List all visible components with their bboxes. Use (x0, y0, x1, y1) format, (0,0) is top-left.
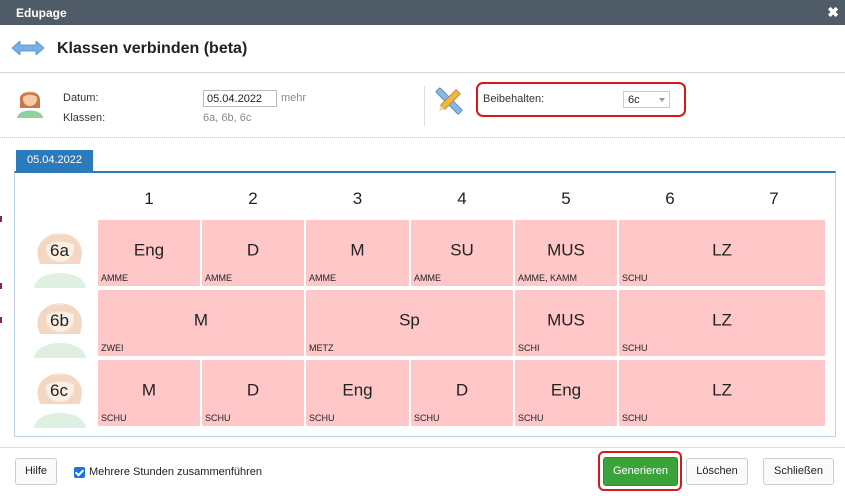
loeschen-button[interactable]: Löschen (686, 458, 748, 485)
class-name: 6c (50, 381, 68, 400)
pencil-ruler-icon (435, 87, 463, 115)
window-title: Edupage (16, 6, 67, 20)
lesson-cell[interactable]: D SCHU (410, 359, 514, 427)
lesson-cell[interactable]: M SCHU (97, 359, 201, 427)
close-icon[interactable]: ✖ (827, 4, 839, 21)
lesson-subject: D (246, 240, 260, 260)
form-divider (424, 86, 425, 126)
merge-lessons-checkbox[interactable] (74, 467, 85, 478)
lesson-cell[interactable]: Eng SCHU (305, 359, 410, 427)
section-divider (0, 137, 845, 138)
lesson-subject: Eng (342, 380, 373, 400)
klassen-value: 6a, 6b, 6c (203, 112, 252, 124)
lesson-subject: LZ (712, 380, 732, 400)
lesson-cell[interactable]: Eng AMME (97, 219, 201, 287)
period-header: 4 (457, 189, 467, 208)
period-header: 6 (665, 189, 675, 208)
lesson-cell[interactable]: D SCHU (201, 359, 305, 427)
lesson-teacher: SCHU (205, 413, 231, 423)
lesson-cell[interactable]: Sp METZ (305, 289, 514, 357)
lesson-subject: D (455, 380, 469, 400)
period-header: 3 (352, 189, 363, 208)
lesson-teacher: SCHI (518, 343, 540, 353)
lesson-teacher: SCHU (622, 273, 648, 283)
beibehalten-label: Beibehalten: (483, 93, 545, 105)
dialog-title: Klassen verbinden (beta) (57, 40, 248, 57)
beibehalten-select[interactable]: 6c (623, 91, 670, 108)
lesson-cell[interactable]: LZ SCHU (618, 219, 826, 287)
lesson-teacher: METZ (309, 343, 334, 353)
lesson-subject: SU (450, 240, 474, 260)
hilfe-button[interactable]: Hilfe (15, 458, 57, 485)
lesson-subject: LZ (712, 240, 732, 260)
chevron-down-icon (659, 98, 665, 102)
lesson-teacher: AMME (101, 273, 128, 283)
lesson-teacher: AMME, KAMM (518, 273, 578, 283)
beibehalten-select-value: 6c (628, 94, 640, 106)
class-row-header: 6a (26, 218, 96, 293)
lesson-teacher: ZWEI (101, 343, 124, 353)
mehr-link[interactable]: mehr (281, 92, 306, 104)
lesson-subject: Eng (133, 240, 165, 260)
lesson-subject: M (350, 240, 365, 260)
lesson-subject: M (193, 310, 209, 330)
lesson-teacher: AMME (309, 273, 336, 283)
lesson-subject: M (141, 380, 157, 400)
lesson-teacher: SCHU (622, 343, 648, 353)
period-header: 1 (144, 189, 154, 208)
lesson-teacher: SCHU (518, 413, 544, 423)
lesson-cell[interactable]: LZ SCHU (618, 359, 826, 427)
double-arrow-icon (12, 41, 44, 55)
lesson-cell[interactable]: D AMME (201, 219, 305, 287)
lesson-teacher: SCHU (101, 413, 127, 423)
lesson-subject: D (246, 380, 260, 400)
background-edge-mark (0, 317, 2, 323)
lesson-teacher: SCHU (622, 413, 648, 423)
merge-lessons-label: Mehrere Stunden zusammenführen (89, 466, 263, 478)
user-avatar-icon (17, 91, 43, 118)
schliessen-button[interactable]: Schließen (763, 458, 834, 485)
class-row-header: 6b (26, 288, 96, 363)
lesson-subject: Sp (399, 310, 420, 330)
datum-input[interactable] (203, 90, 277, 107)
lesson-teacher: AMME (414, 273, 441, 283)
lesson-cell[interactable]: Eng SCHU (514, 359, 618, 427)
tab-date[interactable]: 05.04.2022 (16, 150, 93, 171)
klassen-label: Klassen: (63, 112, 106, 124)
background-edge-mark (0, 283, 2, 289)
period-header: 7 (769, 189, 779, 208)
lesson-teacher: SCHU (414, 413, 440, 423)
lesson-subject: MUS (547, 310, 585, 330)
lesson-teacher: SCHU (309, 413, 335, 423)
generieren-button[interactable]: Generieren (603, 457, 678, 486)
lesson-cell[interactable]: M ZWEI (97, 289, 305, 357)
period-header: 5 (561, 189, 571, 208)
datum-label: Datum: (63, 92, 99, 104)
background-edge-mark (0, 216, 2, 222)
lesson-teacher: AMME (205, 273, 232, 283)
lesson-cell[interactable]: MUS SCHI (514, 289, 618, 357)
lesson-cell[interactable]: MUS AMME, KAMM (514, 219, 618, 287)
lesson-cell[interactable]: M AMME (305, 219, 410, 287)
class-name: 6a (50, 241, 69, 260)
lesson-cell[interactable]: SU AMME (410, 219, 514, 287)
class-row-header: 6c (26, 358, 96, 433)
window-titlebar: Edupage ✖ (0, 0, 845, 25)
lesson-subject: LZ (712, 310, 732, 330)
dialog-header: Klassen verbinden (beta) (0, 25, 845, 73)
lesson-cell[interactable]: LZ SCHU (618, 289, 826, 357)
period-header: 2 (248, 189, 258, 208)
class-name: 6b (50, 311, 69, 330)
lesson-subject: Eng (550, 380, 582, 400)
lesson-subject: MUS (547, 240, 585, 260)
